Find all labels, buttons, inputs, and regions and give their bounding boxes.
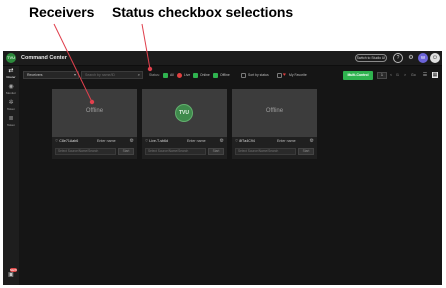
checkbox-my-favorite-label: My Favorite <box>289 73 307 77</box>
nav-item-token[interactable]: ✲ Token <box>3 100 19 116</box>
offline-label: Offline <box>85 108 104 114</box>
filter-bar: Receivers ▾ Search by name/ID ⌕ Status: … <box>19 70 442 82</box>
receiver-name-input[interactable]: Enter name <box>97 139 116 143</box>
checkbox-offline[interactable] <box>213 73 218 78</box>
status-selections-callout: Status checkbox selections <box>112 4 294 20</box>
checkbox-all-label: All <box>170 73 174 77</box>
receiver-id: ♡ 8f7a4C94 <box>235 139 255 143</box>
receiver-id: ♡ Live-T-sb6d <box>145 139 168 143</box>
search-input[interactable]: Search by name/ID ⌕ <box>81 71 143 79</box>
grid-view-icon[interactable]: ▦ <box>432 72 438 78</box>
receiver-card[interactable]: Offline ♡ 8f7a4C94 Enter name ⚙ Select S… <box>232 89 317 159</box>
checkbox-live-label: Live <box>184 73 191 77</box>
tvu-logo: TVU <box>6 53 16 63</box>
receiver-info-row: ♡ 8f7a4C94 Enter name ⚙ <box>235 138 314 146</box>
gift-icon[interactable]: ▣ <box>6 271 16 280</box>
nav-label: Router <box>6 75 16 79</box>
receiver-preview[interactable]: Offline <box>232 89 317 137</box>
start-button[interactable]: Start <box>118 148 134 155</box>
checkbox-sort-by-status-label: Sort by status <box>248 73 269 77</box>
pager-prev[interactable]: < <box>390 73 392 77</box>
help-icon[interactable]: ? <box>393 53 403 63</box>
app-title: Command Center <box>21 55 67 61</box>
checkbox-all[interactable] <box>163 73 168 78</box>
receiver-preview[interactable]: TVU <box>142 89 227 137</box>
nav-item-list[interactable]: ≣ Token <box>3 116 19 132</box>
status-label: Status: <box>149 73 160 77</box>
receiver-info-row: ♡ C8e71Aab6 Enter name ⚙ <box>55 138 134 146</box>
offline-label: Offline <box>265 108 284 114</box>
source-select[interactable]: Select Source/Name/Search <box>235 148 296 155</box>
list-view-icon[interactable]: ☰ <box>422 72 428 78</box>
card-settings-icon[interactable]: ⚙ <box>310 138 314 144</box>
card-settings-icon[interactable]: ⚙ <box>220 138 224 144</box>
start-button[interactable]: Start <box>298 148 314 155</box>
chevron-down-icon: ▾ <box>73 72 76 77</box>
nav-label: Token <box>6 123 15 127</box>
receiver-name-input[interactable]: Enter name <box>187 139 206 143</box>
pager-total: /1 <box>396 73 399 77</box>
receiver-id: ♡ C8e71Aab6 <box>55 139 78 143</box>
checkbox-sort-by-status[interactable] <box>241 73 246 78</box>
power-icon[interactable]: ⏻ <box>430 53 440 63</box>
page-number-input[interactable]: 1 <box>377 72 387 79</box>
tv-icon: ⇄ <box>8 68 14 74</box>
pager-go[interactable]: Go <box>411 73 416 77</box>
type-select[interactable]: Receivers ▾ <box>23 71 79 79</box>
checkbox-online-label: Online <box>200 73 210 77</box>
nav-item-monitor[interactable]: ◉ Monitor <box>3 84 19 100</box>
source-select[interactable]: Select Source/Name/Search <box>145 148 206 155</box>
list-icon: ≣ <box>8 116 14 122</box>
receivers-callout: Receivers <box>29 4 95 20</box>
gear-icon[interactable]: ⚙ <box>406 53 416 63</box>
receiver-name-input[interactable]: Enter name <box>277 139 296 143</box>
share-icon: ✲ <box>8 100 14 106</box>
nav-label: Token <box>6 107 15 111</box>
switch-ui-button[interactable]: Switch to Studio UI <box>355 54 387 62</box>
receiver-id-text: C8e71Aab6 <box>59 139 79 143</box>
start-button[interactable]: Start <box>208 148 224 155</box>
receiver-card[interactable]: TVU ♡ Live-T-sb6d Enter name ⚙ Select So… <box>142 89 227 159</box>
search-placeholder: Search by name/ID <box>85 73 115 77</box>
heart-icon: ♥ <box>283 72 286 78</box>
checkbox-offline-label: Offline <box>220 73 230 77</box>
card-settings-icon[interactable]: ⚙ <box>130 138 134 144</box>
receiver-info-row: ♡ Live-T-sb6d Enter name ⚙ <box>145 138 224 146</box>
tvu-preview-logo: TVU <box>175 104 193 122</box>
search-icon: ⌕ <box>137 72 140 77</box>
nav-label: Monitor <box>5 91 16 95</box>
checkbox-my-favorite[interactable] <box>277 73 282 78</box>
nav-item-router[interactable]: ⇄ Router <box>3 68 19 84</box>
receiver-id-text: Live-T-sb6d <box>149 139 169 143</box>
receiver-id-text: 8f7a4C94 <box>239 139 255 143</box>
pager-next[interactable]: > <box>404 73 406 77</box>
receiver-card[interactable]: Offline ♡ C8e71Aab6 Enter name ⚙ Select … <box>52 89 137 159</box>
side-nav: ⇄ Router ◉ Monitor ✲ Token ≣ Token NEW ▣ <box>3 66 19 285</box>
checkbox-online[interactable] <box>193 73 198 78</box>
top-bar: TVU Command Center Switch to Studio UI ?… <box>3 51 442 66</box>
multi-control-button[interactable]: Multi-Control <box>343 71 373 80</box>
eye-icon: ◉ <box>8 84 14 90</box>
type-select-value: Receivers <box>27 73 43 77</box>
app-window: TVU Command Center Switch to Studio UI ?… <box>3 51 442 285</box>
avatar[interactable]: W <box>418 53 428 63</box>
checkbox-live[interactable] <box>177 73 182 78</box>
receiver-preview[interactable]: Offline <box>52 89 137 137</box>
source-select[interactable]: Select Source/Name/Search <box>55 148 116 155</box>
